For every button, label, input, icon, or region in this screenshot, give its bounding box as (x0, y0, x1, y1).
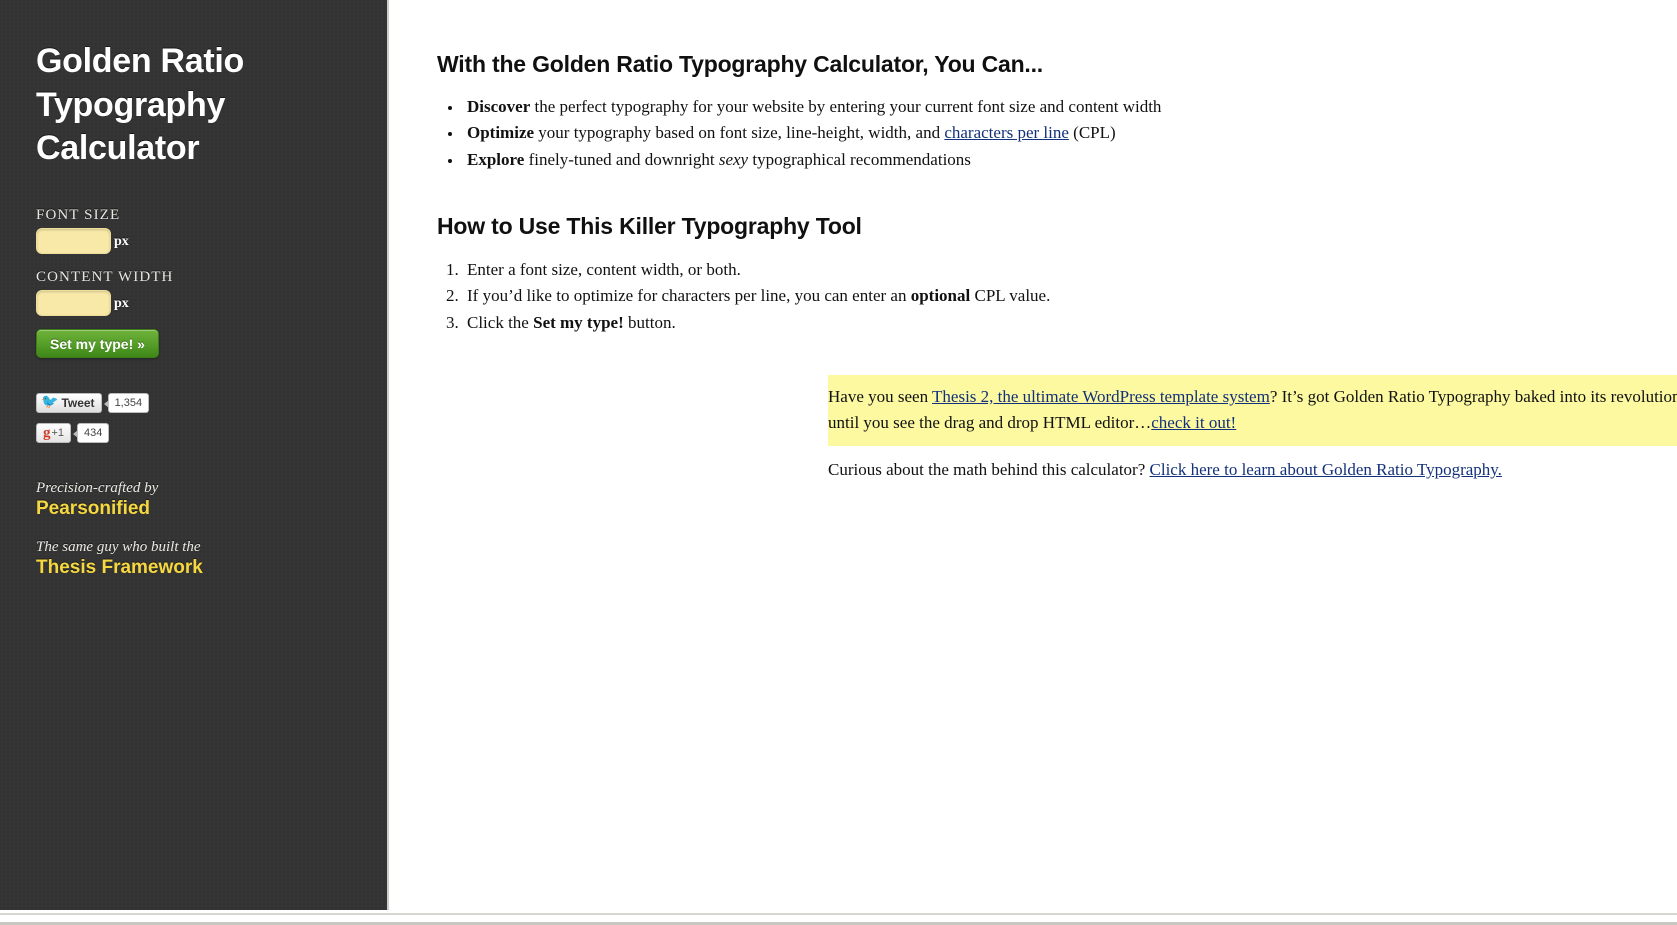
list-item: Explore finely-tuned and downright sexy … (463, 147, 1623, 173)
google-g-icon: g (43, 424, 51, 441)
twitter-share-row: 🐦 Tweet 1,354 (36, 393, 150, 413)
tweet-count: 1,354 (114, 397, 143, 409)
credit-line-1: Precision-crafted by (36, 480, 159, 496)
thesis-2-link[interactable]: Thesis 2, the ultimate WordPress templat… (932, 387, 1270, 406)
pearsonified-link[interactable]: Pearsonified (36, 498, 356, 520)
google-plus-share-row: g +1 434 (36, 423, 149, 443)
benefit-text-explore-pre: finely-tuned and downright (524, 149, 719, 169)
google-plus-count: 434 (84, 427, 103, 439)
benefits-list: Discover the perfect typography for your… (463, 94, 1623, 173)
howto-step-2-pre: If you’d like to optimize for characters… (467, 286, 911, 306)
howto-step-2-post: CPL value. (970, 286, 1051, 306)
window-bottom-bar (0, 913, 1677, 925)
benefit-emphasis-sexy: sexy (718, 149, 749, 169)
characters-per-line-link[interactable]: characters per line (944, 123, 1069, 142)
twitter-bird-icon: 🐦 (41, 395, 59, 410)
content-width-unit: px (114, 296, 129, 311)
font-size-unit: px (114, 234, 129, 249)
benefit-lead-discover: Discover (467, 97, 531, 116)
golden-ratio-typography-link[interactable]: Click here to learn about Golden Ratio T… (1150, 460, 1502, 479)
google-plus-one-label: +1 (51, 427, 65, 439)
howto-heading: How to Use This Killer Typography Tool (437, 213, 862, 239)
page-title: Golden Ratio Typography Calculator (36, 42, 244, 167)
list-item: Click the Set my type! button. (463, 310, 1623, 336)
benefit-lead-optimize: Optimize (467, 123, 535, 143)
benefit-text-discover: the perfect typography for your website … (530, 97, 1162, 116)
list-item: If you’d like to optimize for characters… (463, 283, 1623, 309)
google-plus-count-bubble[interactable]: 434 (73, 423, 110, 443)
list-item: Discover the perfect typography for your… (463, 94, 1623, 120)
google-plus-one-button[interactable]: g +1 (36, 423, 72, 443)
promo-text: Have you seen Thesis 2, the ultimate Wor… (828, 384, 1677, 437)
set-my-type-button[interactable]: Set my type! » (36, 329, 159, 358)
howto-step-3-post: button. (623, 312, 676, 332)
howto-step-2-bold: optional (910, 286, 971, 306)
howto-step-1-text: Enter a font size, content width, or bot… (467, 260, 741, 279)
page-root: Golden Ratio Typography Calculator FONT … (0, 0, 1677, 925)
check-it-out-link[interactable]: check it out! (1151, 413, 1236, 432)
benefit-text-optimize-pre: your typography based on font size, line… (534, 123, 945, 143)
benefit-text-explore-post: typographical recommendations (748, 149, 971, 169)
tweet-count-bubble[interactable]: 1,354 (103, 393, 150, 413)
tweet-button-label: Tweet (61, 396, 95, 410)
credits-block: Precision-crafted by Pearsonified The sa… (36, 480, 356, 579)
thesis-framework-link[interactable]: Thesis Framework (36, 557, 356, 579)
list-item: Optimize your typography based on font s… (463, 120, 1623, 146)
closing-paragraph: Curious about the math behind this calcu… (828, 457, 1677, 483)
benefit-text-optimize-post: (CPL) (1068, 123, 1116, 143)
credit-line-2: The same guy who built the (36, 539, 201, 555)
closing-text-pre: Curious about the math behind this calcu… (828, 460, 1150, 479)
list-item: Enter a font size, content width, or bot… (463, 257, 1623, 283)
howto-step-3-pre: Click the (467, 312, 534, 332)
howto-list: Enter a font size, content width, or bot… (463, 257, 1623, 336)
social-share-area: 🐦 Tweet 1,354 g +1 434 (36, 393, 150, 453)
benefits-heading: With the Golden Ratio Typography Calcula… (437, 51, 1044, 77)
benefit-lead-explore: Explore (467, 149, 525, 169)
promo-callout: Have you seen Thesis 2, the ultimate Wor… (828, 375, 1677, 446)
tweet-button[interactable]: 🐦 Tweet (36, 393, 102, 413)
content-width-input[interactable] (36, 290, 111, 316)
sidebar: Golden Ratio Typography Calculator FONT … (0, 0, 389, 910)
main-content: With the Golden Ratio Typography Calcula… (391, 0, 1677, 910)
howto-step-3-bold: Set my type! (533, 312, 624, 332)
promo-text-pre: Have you seen (828, 387, 933, 406)
font-size-input[interactable] (36, 228, 111, 254)
content-width-label: CONTENT WIDTH (36, 269, 174, 285)
font-size-label: FONT SIZE (36, 207, 121, 223)
